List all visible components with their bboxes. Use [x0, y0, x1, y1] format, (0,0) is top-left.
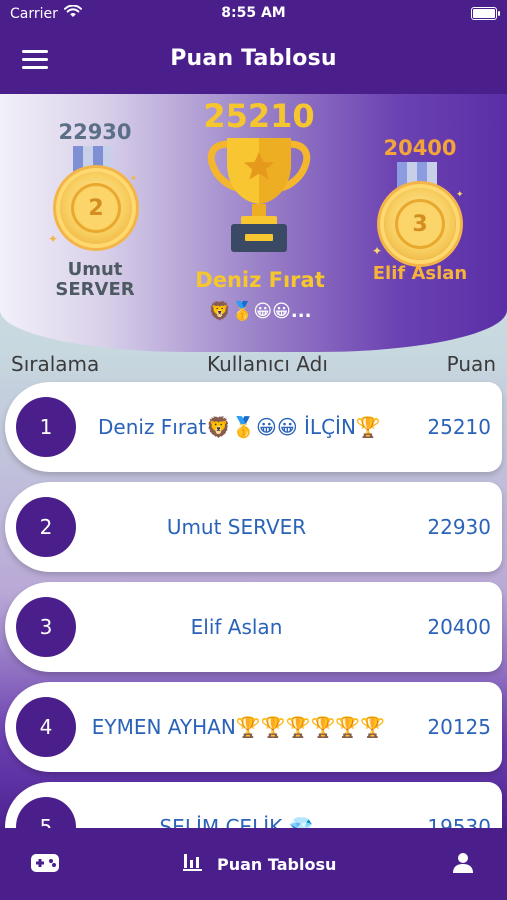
- second-place-medal-icon: 2: [50, 146, 142, 276]
- user-name: Deniz Fırat🦁🥇😀😀 İLÇİN🏆: [98, 415, 381, 439]
- first-place-badges: 🦁🥇😀😀...: [208, 301, 312, 322]
- first-place-name: Deniz Fırat: [195, 268, 325, 292]
- battery-icon: [471, 7, 500, 20]
- third-place-score: 20400: [383, 136, 457, 160]
- status-bar: Carrier 8:55 AM: [0, 0, 507, 28]
- user-name: EYMEN AYHAN🏆🏆🏆🏆🏆🏆: [91, 715, 386, 739]
- first-place-score: 25210: [203, 97, 315, 135]
- app-bar: Puan Tablosu: [0, 28, 507, 94]
- column-user-header: Kullanıcı Adı: [207, 352, 328, 376]
- user-score: 20125: [427, 715, 491, 739]
- rank-badge: 1: [16, 397, 76, 457]
- user-score: 22930: [427, 515, 491, 539]
- second-place-name-line2: SERVER: [55, 279, 135, 301]
- leaderboard-row[interactable]: 4 EYMEN AYHAN🏆🏆🏆🏆🏆🏆 20125: [5, 682, 502, 772]
- third-place-name: Elif Aslan: [372, 263, 468, 284]
- second-place-score: 22930: [58, 120, 132, 144]
- top-bar: Carrier 8:55 AM Puan Tablosu: [0, 0, 507, 94]
- gamepad-icon[interactable]: [30, 853, 60, 877]
- sparkle-icon: ✦: [48, 232, 59, 246]
- list-header: Sıralama Kullanıcı Adı Puan: [0, 352, 507, 378]
- second-place-rank: 2: [71, 183, 121, 233]
- tab-leaderboard[interactable]: Puan Tablosu: [183, 852, 336, 876]
- leaderboard-row[interactable]: 3 Elif Aslan 20400: [5, 582, 502, 672]
- status-time: 8:55 AM: [221, 5, 286, 21]
- sparkle-icon: ✦: [456, 190, 464, 200]
- sparkle-icon: ✦: [130, 174, 138, 184]
- third-place-rank: 3: [395, 199, 445, 249]
- sparkle-icon: ✦: [372, 244, 383, 258]
- tab-leaderboard-label: Puan Tablosu: [217, 854, 337, 874]
- podium: 22930 2 ✦ ✦ Umut SERVER 25210 Deniz Fıra…: [0, 94, 507, 352]
- person-icon[interactable]: [452, 852, 474, 878]
- rank-badge: 3: [16, 597, 76, 657]
- rank-badge: 2: [16, 497, 76, 557]
- column-score-header: Puan: [446, 352, 496, 376]
- leaderboard-row[interactable]: 2 Umut SERVER 22930: [5, 482, 502, 572]
- rank-badge: 4: [16, 697, 76, 757]
- user-score: 25210: [427, 415, 491, 439]
- user-name: Umut SERVER: [166, 515, 307, 539]
- page-title: Puan Tablosu: [170, 46, 337, 71]
- bar-chart-icon: [183, 852, 203, 876]
- trophy-icon: [207, 134, 311, 256]
- second-place-name: Umut SERVER: [40, 259, 150, 301]
- leaderboard-row[interactable]: 1 Deniz Fırat🦁🥇😀😀 İLÇİN🏆 25210: [5, 382, 502, 472]
- bottom-nav: Puan Tablosu: [0, 828, 507, 900]
- user-name: Elif Aslan: [190, 615, 283, 639]
- column-rank-header: Sıralama: [11, 352, 100, 376]
- second-place-name-line1: Umut: [67, 259, 123, 280]
- user-score: 20400: [427, 615, 491, 639]
